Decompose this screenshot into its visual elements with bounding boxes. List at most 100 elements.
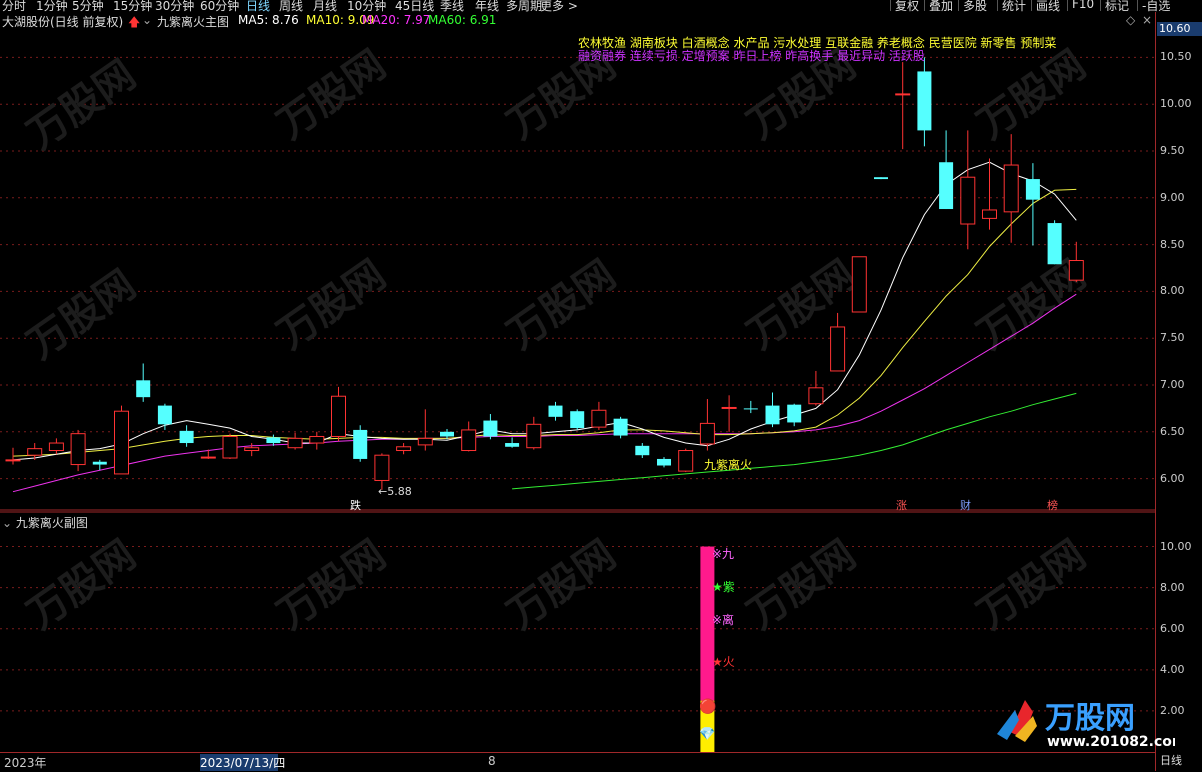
candle-body: [787, 404, 802, 423]
period-tab[interactable]: 季线: [440, 0, 464, 12]
ma5-label: MA5: 8.76: [238, 13, 299, 27]
diamond-icon[interactable]: ◇: [1126, 13, 1135, 27]
price-axis: 10.60 10.50 10.00 9.50 9.00 8.50 8.00 7.50 7.00…: [1155, 12, 1202, 771]
event-marker-list[interactable]: 榜: [1047, 497, 1058, 513]
price-tick: 6.00: [1160, 471, 1185, 485]
toolbar-button[interactable]: -自选: [1137, 0, 1174, 12]
candle-body: [287, 437, 303, 449]
candle-body: [1003, 164, 1019, 213]
period-tab[interactable]: 5分钟: [72, 0, 104, 12]
period-tab[interactable]: 1分钟: [36, 0, 68, 12]
candle-body: [1068, 260, 1084, 281]
watermark-text: 万股网: [19, 52, 144, 159]
kline-chart[interactable]: 万股网 万股网 万股网 万股网 万股网万股网 万股网 万股网 万股网 万股网万股网 万股网 万股网万…: [0, 30, 1155, 752]
current-price-badge: 10.60: [1157, 22, 1202, 36]
price-tick: 9.50: [1160, 144, 1185, 157]
period-tab[interactable]: 30分钟: [155, 0, 194, 12]
cursor-date: 2023/07/13/四: [200, 754, 286, 771]
toolbar-button[interactable]: 标记: [1100, 0, 1133, 12]
watermark-text: 万股网: [739, 252, 864, 359]
watermark-text: 万股网: [499, 532, 624, 639]
sub-tick: 8.00: [1160, 580, 1185, 594]
event-marker-drop[interactable]: 跌: [350, 497, 361, 513]
candle-body: [743, 408, 758, 410]
candle-body: [353, 429, 368, 459]
price-tick: 8.00: [1160, 284, 1185, 298]
candle-body: [374, 454, 390, 481]
candle-body: [917, 71, 932, 131]
period-tab[interactable]: 多周期: [506, 0, 542, 12]
period-tab[interactable]: 60分钟: [200, 0, 239, 12]
candle-body: [721, 406, 737, 409]
event-marker-limit-up[interactable]: 涨: [896, 497, 907, 513]
sub-panel-title[interactable]: ⌄ 九紫离火副图: [2, 514, 88, 531]
price-tick: 10.50: [1160, 50, 1192, 64]
candle-body: [548, 405, 563, 417]
candle-body: [309, 435, 325, 444]
candle-body: [808, 387, 824, 405]
watermark-text: 万股网: [19, 532, 144, 639]
chevron-down-icon: ⌄: [2, 516, 16, 530]
candle-body: [461, 429, 477, 452]
period-tab[interactable]: 月线: [313, 0, 337, 12]
toolbar-button[interactable]: F10: [1067, 0, 1098, 11]
toolbar-button[interactable]: 多股: [958, 0, 991, 12]
candle-body: [114, 410, 129, 475]
toolbar-button[interactable]: 画线: [1031, 0, 1064, 12]
period-tab[interactable]: 年线: [475, 0, 499, 12]
brand-url: www.201082.com: [1047, 734, 1175, 750]
watermark-text: 万股网: [969, 42, 1094, 149]
period-tab[interactable]: 10分钟: [347, 0, 386, 12]
candle-body: [48, 442, 64, 452]
period-tab[interactable]: 更多 >: [540, 0, 578, 12]
low-price-label: ←5.88: [378, 485, 412, 498]
candle-body: [483, 420, 498, 437]
watermark-text: 万股网: [269, 532, 394, 639]
candle-body: [874, 177, 888, 180]
candle-body: [505, 443, 520, 447]
signal-label: 九紫离火: [704, 458, 753, 472]
date-axis: 2023年 2023/07/13/四 8: [0, 752, 1155, 772]
toolbar-button[interactable]: 叠加: [924, 0, 957, 12]
sub-signal-jiu: ※九: [712, 547, 735, 561]
candle-body: [179, 430, 194, 444]
close-icon[interactable]: ×: [1142, 13, 1152, 27]
price-tick: 7.00: [1160, 378, 1185, 391]
watermark-text: 万股网: [739, 532, 864, 639]
candle-body: [851, 256, 867, 313]
candle-body: [27, 448, 43, 456]
sub-tick: 6.00: [1160, 621, 1185, 635]
candle-body: [396, 446, 412, 452]
candle-body: [570, 411, 585, 429]
candle-body: [765, 405, 780, 425]
period-tab[interactable]: 日线: [246, 0, 270, 12]
sub-signal-li: ※离: [712, 613, 735, 627]
toolbar-button[interactable]: 统计: [997, 0, 1030, 12]
period-label[interactable]: 日线: [1160, 752, 1182, 768]
period-tab[interactable]: 15分钟: [113, 0, 152, 12]
watermark-text: 万股网: [269, 252, 394, 359]
indicator-name[interactable]: 九紫离火主图: [157, 13, 229, 30]
brand-name: 万股网: [1045, 701, 1135, 736]
candle-body: [699, 422, 715, 445]
period-tab[interactable]: 45日线: [395, 0, 434, 12]
candle-body: [92, 461, 107, 465]
sub-panel-name: 九紫离火副图: [15, 516, 88, 530]
candle-body: [960, 176, 976, 225]
candle-body: [331, 395, 346, 437]
chevron-down-icon[interactable]: ⌄: [142, 13, 152, 27]
price-tick: 8.50: [1160, 237, 1185, 251]
toolbar-button[interactable]: 复权: [890, 0, 923, 12]
period-tab[interactable]: 分时: [2, 0, 26, 12]
year-label: 2023年: [4, 756, 47, 770]
watermark-text: 万股网: [499, 252, 624, 359]
tech-tags: 融资融券 连续亏损 定增预案 昨日上榜 昨高换手 最近异动 活跃股: [578, 49, 925, 63]
event-marker-finance[interactable]: 财: [960, 497, 971, 513]
sub-tick: 10.00: [1160, 539, 1192, 553]
period-tab[interactable]: 周线: [279, 0, 303, 12]
stock-title[interactable]: 大湖股份(日线 前复权): [2, 13, 123, 30]
sub-signal-zi: ★紫: [712, 580, 735, 594]
chart-title-bar: 大湖股份(日线 前复权) 🡅 ⌄ 九紫离火主图 MA5: 8.76 MA10: …: [0, 12, 1155, 30]
candle-body: [1025, 179, 1040, 200]
candle-body: [440, 431, 454, 437]
